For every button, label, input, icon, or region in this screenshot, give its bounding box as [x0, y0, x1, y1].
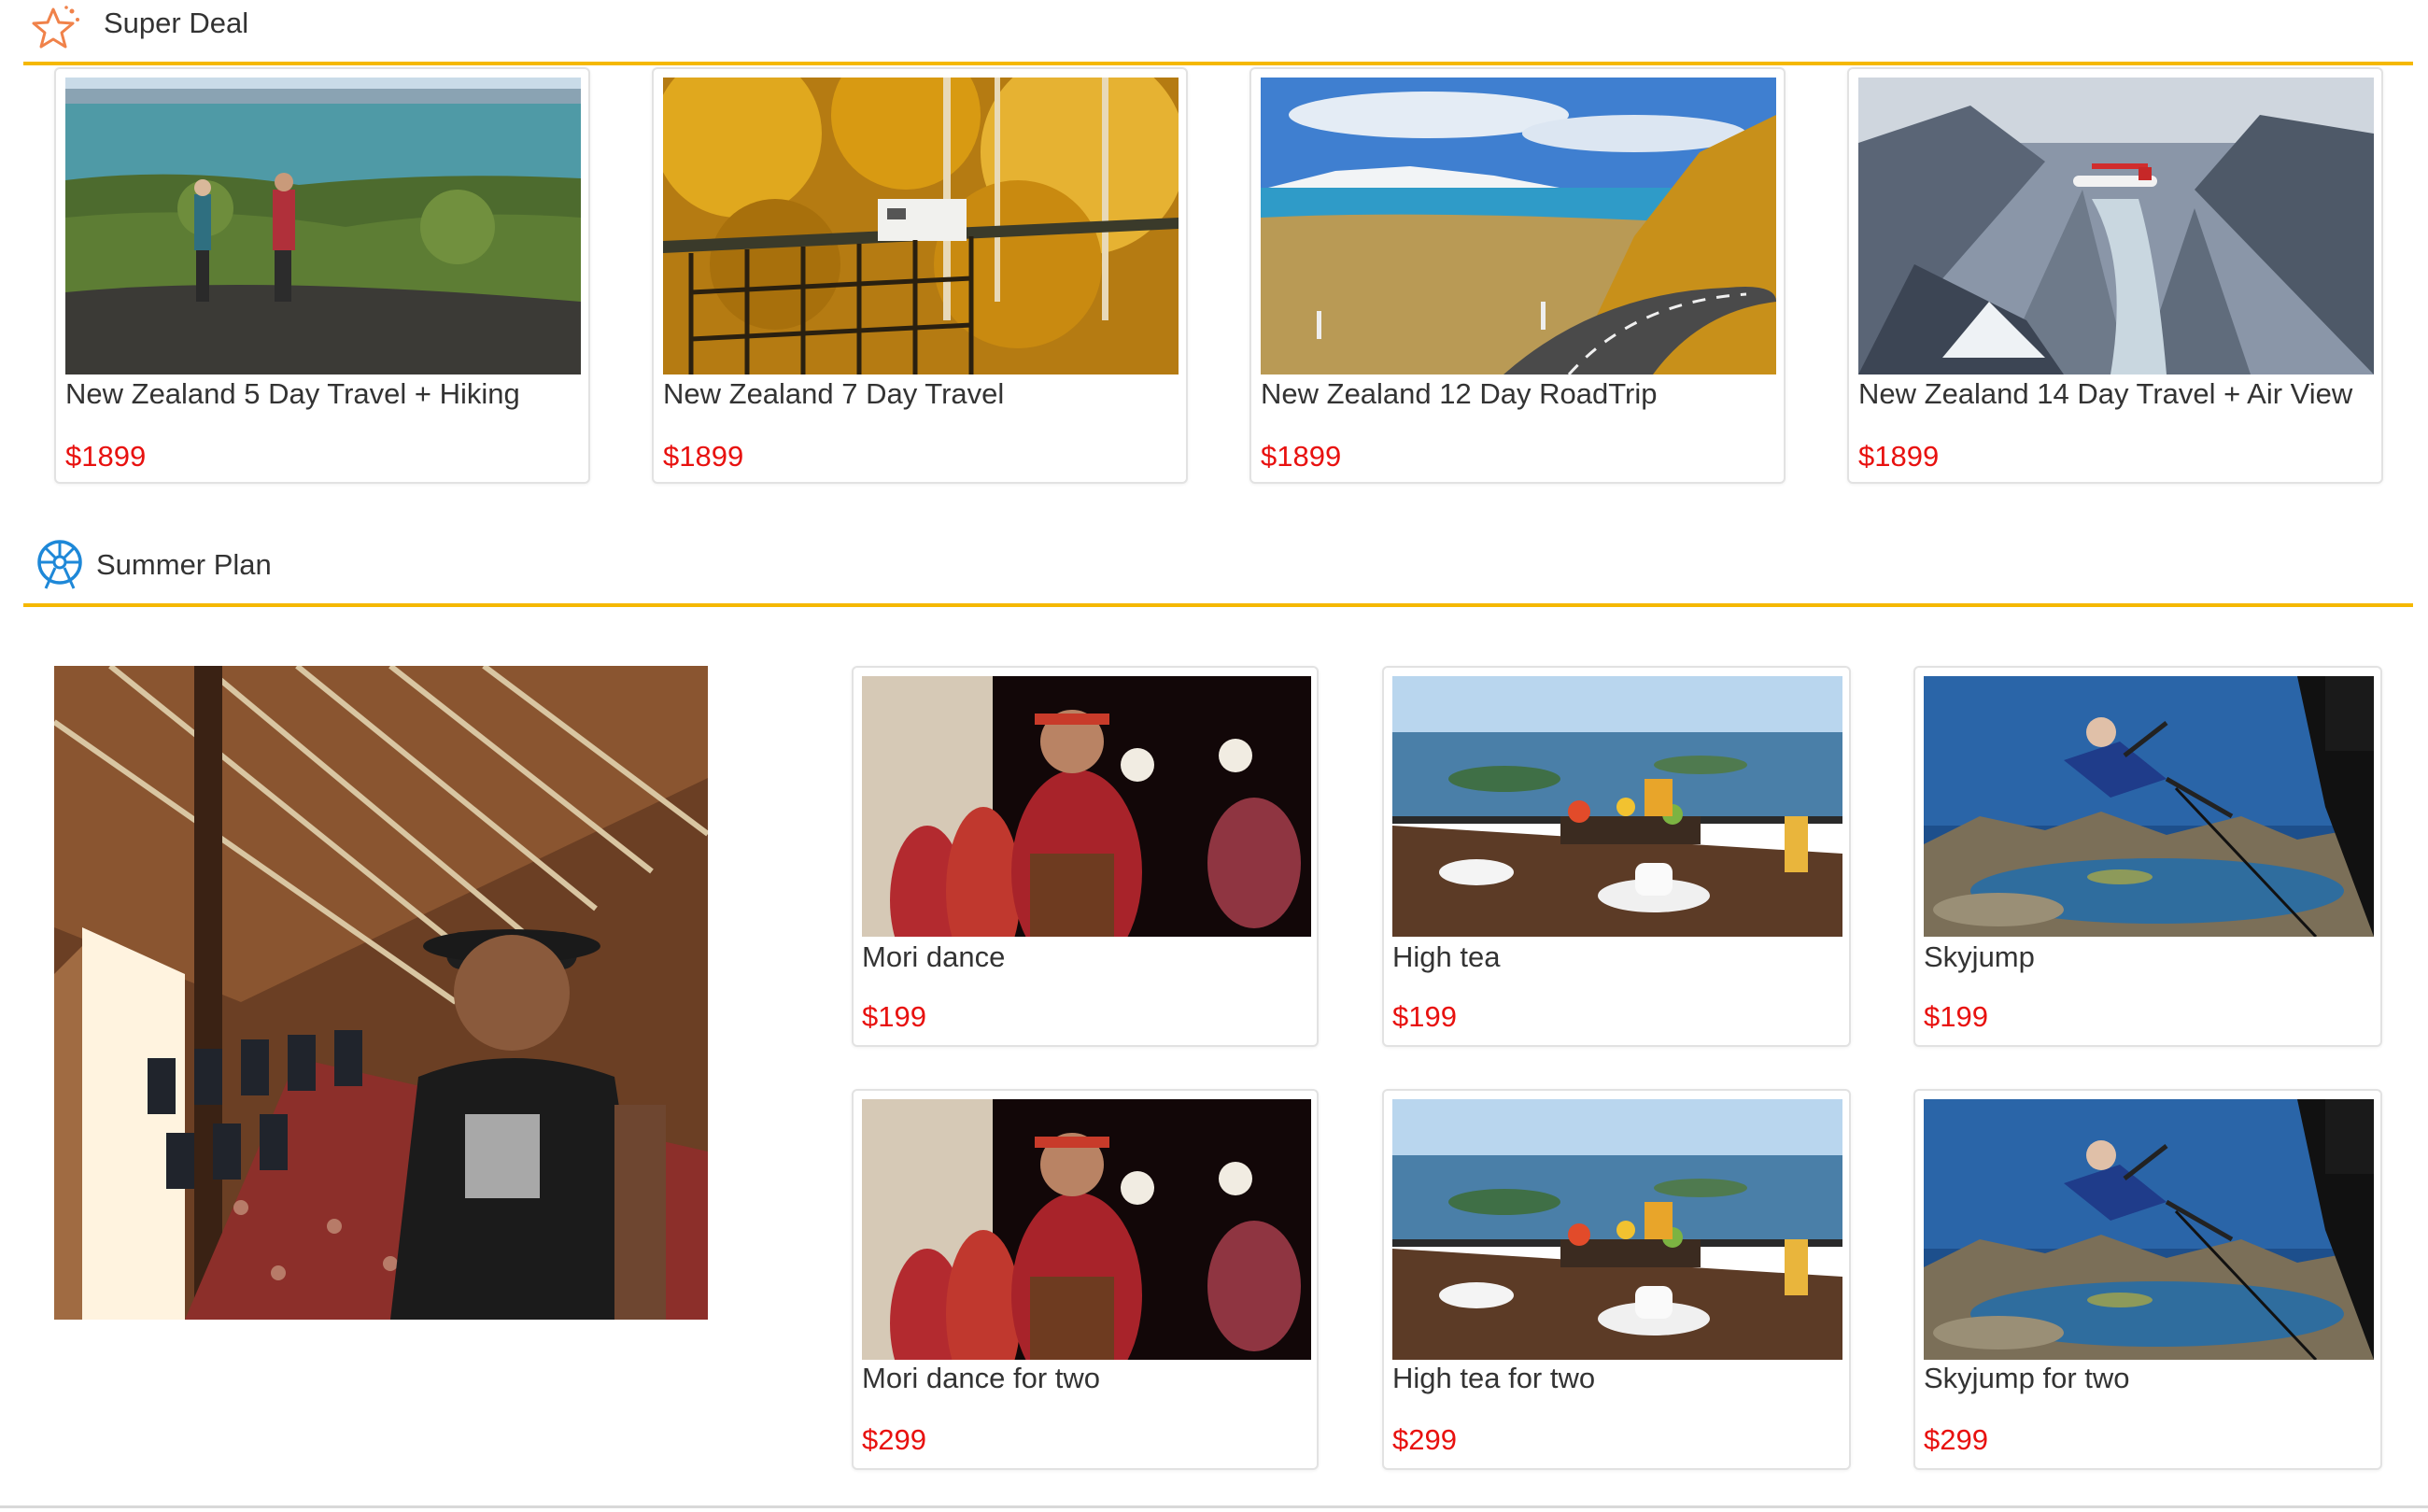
plan-name: Mori dance	[862, 940, 1006, 973]
plan-name: Mori dance for two	[862, 1362, 1100, 1394]
plan-card[interactable]: High tea $199	[1382, 666, 1851, 1047]
mountain-road-photo	[1261, 78, 1776, 374]
plan-card[interactable]: Mori dance $199	[852, 666, 1319, 1047]
plan-price: $199	[1924, 1000, 1988, 1033]
super-deal-title: Super Deal	[104, 7, 249, 39]
plan-name: High tea	[1392, 940, 1501, 973]
summer-plan-title: Summer Plan	[96, 548, 272, 581]
high-tea-photo	[1392, 1099, 1842, 1360]
page-bottom-divider	[0, 1505, 2428, 1508]
plan-price: $299	[862, 1423, 926, 1456]
plan-price: $199	[862, 1000, 926, 1033]
meeting-house-man-photo	[54, 666, 708, 1320]
plan-name: Skyjump for two	[1924, 1362, 2130, 1394]
super-deal-header: Super Deal	[23, 0, 2413, 65]
maori-dance-photo	[862, 1099, 1311, 1360]
plan-name: High tea for two	[1392, 1362, 1596, 1394]
deal-name: New Zealand 5 Day Travel + Hiking	[65, 377, 520, 410]
deal-price: $1899	[663, 440, 744, 473]
deal-price: $1899	[65, 440, 147, 473]
plan-price: $299	[1924, 1423, 1988, 1456]
deal-card[interactable]: New Zealand 12 Day RoadTrip $1899	[1249, 67, 1786, 484]
summer-plan-header: Summer Plan	[23, 532, 2413, 607]
high-tea-photo	[1392, 676, 1842, 937]
plan-card[interactable]: Skyjump $199	[1913, 666, 2382, 1047]
plan-card[interactable]: Skyjump for two $299	[1913, 1089, 2382, 1470]
deal-name: New Zealand 12 Day RoadTrip	[1261, 377, 1658, 410]
deal-card[interactable]: New Zealand 14 Day Travel + Air View $18…	[1847, 67, 2383, 484]
plan-price: $299	[1392, 1423, 1457, 1456]
hikers-coast-photo	[65, 78, 581, 374]
plan-price: $199	[1392, 1000, 1457, 1033]
ferris-wheel-icon	[33, 538, 87, 592]
plan-name: Skyjump	[1924, 940, 2035, 973]
skyjump-photo	[1924, 1099, 2374, 1360]
deal-card[interactable]: New Zealand 7 Day Travel $1899	[652, 67, 1188, 484]
plan-card[interactable]: High tea for two $299	[1382, 1089, 1851, 1470]
plan-card[interactable]: Mori dance for two $299	[852, 1089, 1319, 1470]
fjord-plane-photo	[1858, 78, 2374, 374]
deal-card[interactable]: New Zealand 5 Day Travel + Hiking $1899	[54, 67, 590, 484]
skyjump-photo	[1924, 676, 2374, 937]
autumn-campervan-photo	[663, 78, 1179, 374]
maori-dance-photo	[862, 676, 1311, 937]
deal-price: $1899	[1858, 440, 1940, 473]
star-icon	[31, 4, 81, 52]
deal-name: New Zealand 14 Day Travel + Air View	[1858, 377, 2353, 410]
deal-name: New Zealand 7 Day Travel	[663, 377, 1005, 410]
deal-price: $1899	[1261, 440, 1342, 473]
